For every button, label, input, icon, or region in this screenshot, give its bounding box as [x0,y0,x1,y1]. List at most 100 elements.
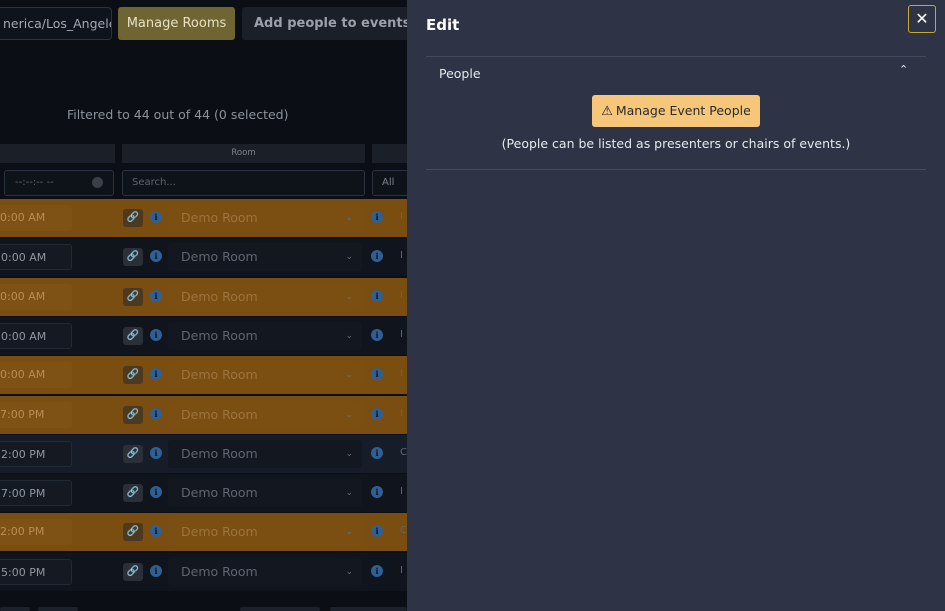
room-select[interactable]: Demo Room ⌄ [168,321,362,350]
room-column-header[interactable]: Room [122,144,365,163]
table-row[interactable]: 2:00 PM 🔗 i Demo Room ⌄ i C [0,513,407,552]
manage-rooms-button[interactable]: Manage Rooms [118,7,235,40]
event-time-field[interactable]: 7:00 PM [0,480,72,507]
people-section-header[interactable]: People [439,66,481,81]
room-select-value: Demo Room [181,406,258,422]
link-icon[interactable]: 🔗 [123,523,143,542]
table-row[interactable]: 5:00 PM 🔗 i Demo Room ⌄ i I [0,552,407,591]
info-icon[interactable]: i [371,446,383,459]
manage-event-people-button[interactable]: ⚠ Manage Event People [592,95,760,127]
info-icon[interactable]: i [371,407,383,420]
info-icon[interactable]: i [150,211,162,223]
room-select[interactable]: Demo Room ⌄ [168,557,362,586]
event-time-field[interactable]: 7:00 PM [0,401,72,428]
chevron-up-icon[interactable]: ⌃ [899,63,908,76]
room-select[interactable]: Demo Room ⌄ [168,400,362,429]
event-time-field[interactable]: 0:00 AM [0,283,72,310]
room-select-value: Demo Room [181,563,258,579]
table-row[interactable]: 0:00 AM 🔗 i Demo Room ⌄ i I [0,238,407,277]
event-time-field[interactable]: 5:00 PM [0,558,72,585]
info-icon[interactable]: i [150,525,162,538]
table-row[interactable]: 2:00 PM 🔗 i Demo Room ⌄ i C [0,434,407,473]
pagination-strip [0,601,407,611]
time-column-header[interactable] [0,144,115,163]
info-icon[interactable]: i [371,564,383,577]
room-select[interactable]: Demo Room ⌄ [168,204,362,232]
event-time-field[interactable]: 2:00 PM [0,440,72,467]
filtered-count-text: Filtered to 44 out of 44 (0 selected) [67,107,289,122]
room-select[interactable]: Demo Room ⌄ [168,243,362,272]
info-icon[interactable]: i [150,486,162,499]
info-icon[interactable]: i [150,446,162,459]
info-icon[interactable]: i [371,250,383,263]
room-select-value: Demo Room [181,288,258,304]
section-top-divider [426,56,926,57]
info-icon[interactable]: i [150,407,162,420]
table-row[interactable]: 0:00 AM 🔗 i Demo Room ⌄ i I [0,356,407,395]
info-icon[interactable]: i [371,525,383,538]
info-icon[interactable]: i [371,289,383,302]
room-select[interactable]: Demo Room ⌄ [168,518,362,547]
table-row[interactable]: 7:00 PM 🔗 i Demo Room ⌄ i I [0,395,407,434]
next-column-cell: I [400,564,403,576]
next-column-cell: I [400,328,403,340]
add-people-batch-button[interactable]: Add people to events (batch [242,7,407,40]
link-icon[interactable]: 🔗 [123,287,143,306]
room-search-input[interactable]: Search... [122,170,365,196]
clock-icon [92,177,103,188]
info-icon[interactable]: i [371,486,383,499]
panel-title: Edit [426,16,460,34]
next-column-header[interactable] [372,144,407,163]
next-column-cell: I [400,368,403,380]
link-icon[interactable]: 🔗 [123,484,143,503]
room-select-value: Demo Room [181,485,258,501]
table-row[interactable]: 0:00 AM 🔗 i Demo Room ⌄ i I [0,277,407,316]
info-icon[interactable]: i [150,564,162,577]
table-row[interactable]: 7:00 PM 🔗 i Demo Room ⌄ i I [0,474,407,513]
chevron-down-icon: ⌄ [345,370,353,381]
filter-all-select[interactable]: All [372,170,407,196]
chevron-down-icon: ⌄ [345,448,353,459]
link-icon[interactable]: 🔗 [123,209,143,227]
info-icon[interactable]: i [371,328,383,341]
event-time-field[interactable]: 0:00 AM [0,362,72,389]
event-time-field[interactable]: 0:00 AM [0,322,72,349]
info-icon[interactable]: i [150,328,162,341]
next-column-cell: I [400,486,403,498]
section-bottom-divider [426,169,926,170]
next-column-cell: C [400,525,407,537]
info-icon[interactable]: i [150,368,162,381]
timezone-select[interactable]: nerica/Los_Angeles [0,7,112,40]
manage-event-people-label: Manage Event People [615,103,751,118]
time-filter-input[interactable]: --:--:-- -- [4,170,114,196]
event-time-field[interactable]: 2:00 PM [0,519,72,546]
room-select-value: Demo Room [181,367,258,383]
close-icon: ✕ [915,9,929,28]
table-row[interactable]: 0:00 AM 🔗 i Demo Room ⌄ i I [0,316,407,355]
link-icon[interactable]: 🔗 [123,405,143,424]
room-select[interactable]: Demo Room ⌄ [168,282,362,311]
info-icon[interactable]: i [371,211,383,223]
event-time-field[interactable]: 0:00 AM [0,244,72,271]
room-select[interactable]: Demo Room ⌄ [168,361,362,390]
link-icon[interactable]: 🔗 [123,562,143,581]
room-select-value: Demo Room [181,327,258,343]
link-icon[interactable]: 🔗 [123,444,143,463]
chevron-down-icon: ⌄ [345,330,353,341]
info-icon[interactable]: i [150,289,162,302]
warning-icon: ⚠ [601,104,613,119]
next-column-cell: I [400,407,403,419]
info-icon[interactable]: i [150,250,162,263]
close-button[interactable]: ✕ [908,5,936,33]
room-select[interactable]: Demo Room ⌄ [168,479,362,508]
edit-panel: Edit ✕ People ⌃ ⚠ Manage Event People (Pe… [407,0,945,611]
info-icon[interactable]: i [371,368,383,381]
link-icon[interactable]: 🔗 [123,366,143,385]
room-select-value: Demo Room [181,210,258,225]
link-icon[interactable]: 🔗 [123,326,143,345]
event-time-field[interactable]: 0:00 AM [0,205,72,231]
link-icon[interactable]: 🔗 [123,248,143,267]
next-column-cell: I [400,211,403,222]
table-row[interactable]: 0:00 AM 🔗 i Demo Room ⌄ i I [0,199,407,237]
room-select[interactable]: Demo Room ⌄ [168,439,362,468]
